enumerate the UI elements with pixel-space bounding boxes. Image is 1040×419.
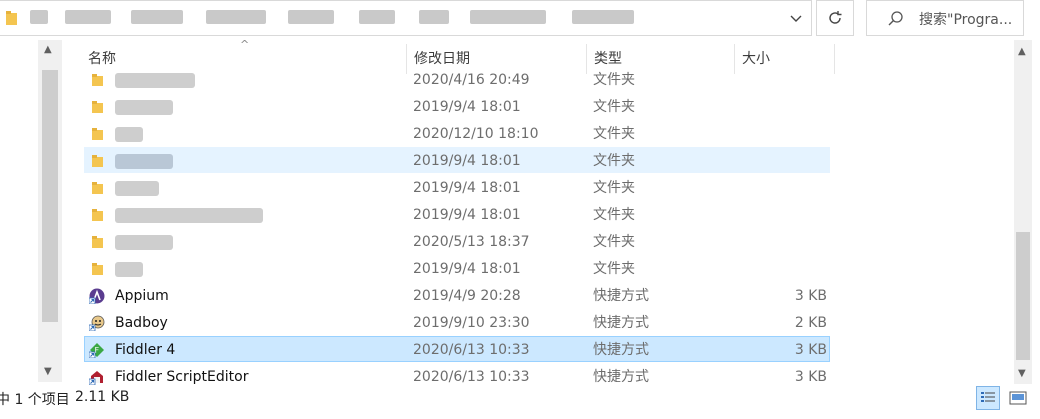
folder-icon xyxy=(92,182,103,194)
row-type: 快捷方式 xyxy=(593,288,649,304)
row-size: 3 KB xyxy=(794,342,827,358)
row-type: 文件夹 xyxy=(593,72,635,88)
redacted-name xyxy=(115,154,173,169)
scroll-down-arrow-icon[interactable]: ▼ xyxy=(1018,368,1026,379)
chevron-down-icon[interactable] xyxy=(784,7,808,31)
file-row[interactable]: Badboy 2019/9/10 23:30 快捷方式 2 KB xyxy=(84,309,830,335)
fiddler-shortcut-icon: F xyxy=(89,343,104,358)
large-icons-view-icon xyxy=(1009,391,1027,405)
row-date: 2019/4/9 20:28 xyxy=(413,288,521,304)
file-row[interactable]: F Fiddler 4 2020/6/13 10:33 快捷方式 3 KB xyxy=(84,336,830,362)
search-icon xyxy=(888,11,903,26)
file-row[interactable]: 2020/12/10 18:10 文件夹 xyxy=(84,120,830,146)
row-date: 2019/9/10 23:30 xyxy=(413,315,530,331)
column-divider[interactable] xyxy=(834,44,835,74)
address-path xyxy=(30,9,634,25)
redacted-name xyxy=(115,127,143,142)
redacted-name xyxy=(115,73,195,88)
nav-scroll-thumb[interactable] xyxy=(42,70,58,322)
row-type: 文件夹 xyxy=(593,99,635,115)
row-size: 3 KB xyxy=(794,288,827,304)
row-name: Appium xyxy=(115,288,169,304)
scroll-down-arrow-icon[interactable]: ▼ xyxy=(44,366,52,377)
file-row[interactable]: 2019/9/4 18:01 文件夹 xyxy=(84,93,830,119)
refresh-icon xyxy=(829,11,842,24)
file-row[interactable]: 2020/5/13 18:37 文件夹 xyxy=(84,228,830,254)
row-date: 2019/9/4 18:01 xyxy=(413,261,521,277)
scripteditor-shortcut-icon xyxy=(89,371,103,385)
status-bar: 中 1 个项目 2.11 KB xyxy=(0,386,1040,419)
row-date: 2020/4/16 20:49 xyxy=(413,72,530,88)
selection-size: 2.11 KB xyxy=(75,389,130,405)
file-row[interactable]: 2019/9/4 18:01 文件夹 xyxy=(84,255,830,281)
row-name: Fiddler 4 xyxy=(115,342,176,358)
address-bar[interactable] xyxy=(0,0,812,36)
folder-icon xyxy=(92,74,103,86)
badboy-shortcut-icon xyxy=(89,315,105,331)
file-row[interactable]: 2019/9/4 18:01 文件夹 xyxy=(84,201,830,227)
row-type: 文件夹 xyxy=(593,207,635,223)
appium-shortcut-icon xyxy=(89,288,105,304)
folder-icon xyxy=(92,101,103,113)
folder-icon xyxy=(92,236,103,248)
redacted-name xyxy=(115,181,159,196)
row-date: 2020/5/13 18:37 xyxy=(413,234,530,250)
file-row[interactable]: 2019/9/4 18:01 文件夹 xyxy=(84,174,830,200)
row-date: 2019/9/4 18:01 xyxy=(413,153,521,169)
search-input[interactable]: 搜索"Progra... xyxy=(919,9,1012,29)
row-size: 2 KB xyxy=(794,315,827,331)
row-name: Badboy xyxy=(115,315,168,331)
row-date: 2020/6/13 10:33 xyxy=(413,342,530,358)
scroll-up-arrow-icon[interactable]: ▲ xyxy=(44,44,52,55)
top-bar: 搜索"Progra... xyxy=(0,0,1040,38)
row-type: 快捷方式 xyxy=(593,342,649,358)
scroll-up-arrow-icon[interactable]: ▲ xyxy=(1018,46,1026,57)
redacted-name xyxy=(115,208,263,223)
row-type: 文件夹 xyxy=(593,180,635,196)
row-date: 2020/12/10 18:10 xyxy=(413,126,539,142)
details-view-button[interactable] xyxy=(976,386,1000,410)
folder-icon xyxy=(92,128,103,140)
row-type: 快捷方式 xyxy=(593,315,649,331)
row-type: 文件夹 xyxy=(593,126,635,142)
refresh-button[interactable] xyxy=(816,0,854,36)
folder-icon xyxy=(6,11,17,25)
large-icons-view-button[interactable] xyxy=(1006,386,1030,410)
nav-pane-scrollbar[interactable]: ▲ ▼ xyxy=(38,40,62,382)
row-type: 文件夹 xyxy=(593,153,635,169)
redacted-name xyxy=(115,100,173,115)
file-row[interactable]: Appium 2019/4/9 20:28 快捷方式 3 KB xyxy=(84,282,830,308)
selection-count: 中 1 个项目 xyxy=(0,392,70,408)
row-date: 2019/9/4 18:01 xyxy=(413,207,521,223)
scroll-thumb[interactable] xyxy=(1016,232,1030,360)
row-date: 2019/9/4 18:01 xyxy=(413,99,521,115)
folder-icon xyxy=(92,263,103,275)
redacted-name xyxy=(115,235,173,250)
folder-icon xyxy=(92,155,103,167)
file-row[interactable]: 2020/4/16 20:49 文件夹 xyxy=(84,66,830,92)
file-row[interactable]: 2019/9/4 18:01 文件夹 xyxy=(84,147,830,173)
content-scrollbar[interactable]: ▲ ▼ xyxy=(1014,40,1032,384)
redacted-name xyxy=(115,262,143,277)
row-type: 文件夹 xyxy=(593,261,635,277)
folder-icon xyxy=(92,209,103,221)
details-view-icon xyxy=(981,392,995,402)
search-box[interactable]: 搜索"Progra... xyxy=(866,0,1024,36)
row-date: 2019/9/4 18:01 xyxy=(413,180,521,196)
row-type: 文件夹 xyxy=(593,234,635,250)
